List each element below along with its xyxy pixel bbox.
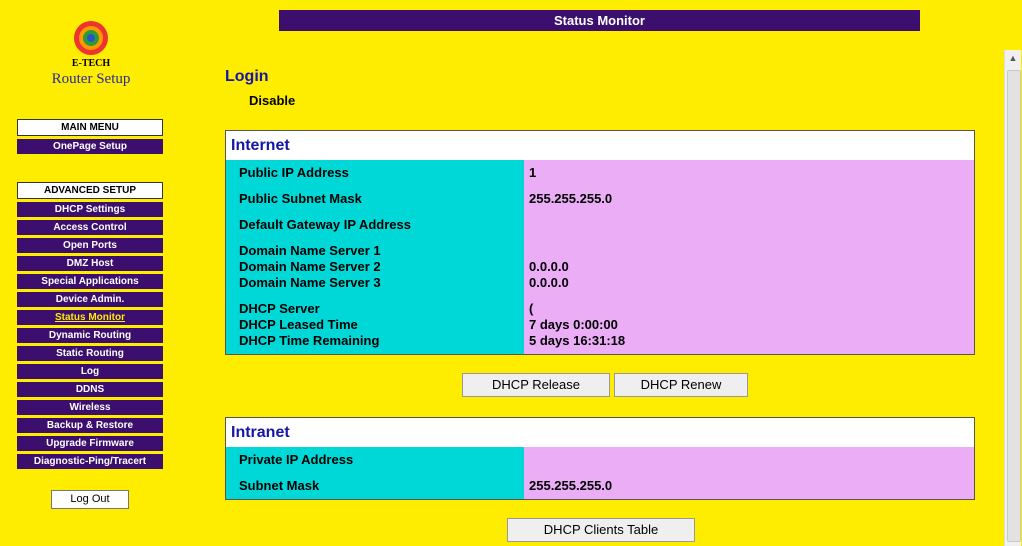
sidebar-item-status-monitor[interactable]: Status Monitor <box>17 310 163 325</box>
dns2-value: 0.0.0.0 <box>529 259 569 274</box>
sidebar-item-static-routing[interactable]: Static Routing <box>17 346 163 361</box>
public-ip-label: Public IP Address <box>239 165 349 180</box>
sidebar-item-backup-restore[interactable]: Backup & Restore <box>17 418 163 433</box>
advanced-setup-heading: ADVANCED SETUP <box>17 182 163 199</box>
subnet-mask-value: 255.255.255.0 <box>529 478 613 493</box>
dhcp-remaining-label: DHCP Time Remaining <box>239 333 380 348</box>
public-subnet-label: Public Subnet Mask <box>239 191 362 206</box>
sidebar-item-ddns[interactable]: DDNS <box>17 382 163 397</box>
scroll-thumb[interactable] <box>1007 70 1021 542</box>
sidebar-item-dhcp-settings[interactable]: DHCP Settings <box>17 202 163 217</box>
sidebar-item-dmz-host[interactable]: DMZ Host <box>17 256 163 271</box>
dhcp-leased-label: DHCP Leased Time <box>239 317 358 332</box>
internet-heading: Internet <box>226 131 974 160</box>
sidebar-item-device-admin[interactable]: Device Admin. <box>17 292 163 307</box>
sidebar-item-wireless[interactable]: Wireless <box>17 400 163 415</box>
dhcp-leased-value: 7 days 0:00:00 <box>529 317 618 332</box>
dhcp-release-button[interactable]: DHCP Release <box>462 373 610 397</box>
sidebar-item-log[interactable]: Log <box>17 364 163 379</box>
login-status: Disable <box>249 93 296 108</box>
logo-brand: E-TECH <box>71 58 111 69</box>
private-ip-label: Private IP Address <box>239 452 354 467</box>
sidebar-item-diagnostic-ping-tracert[interactable]: Diagnostic-Ping/Tracert <box>17 454 163 469</box>
page-title: Status Monitor <box>279 10 920 31</box>
logo: E-TECH Router Setup <box>46 18 136 88</box>
login-heading: Login <box>225 68 269 85</box>
dns1-label: Domain Name Server 1 <box>239 243 381 258</box>
dhcp-clients-table-button[interactable]: DHCP Clients Table <box>507 518 695 542</box>
dhcp-server-value: ( <box>529 301 534 316</box>
public-ip-value: 1 <box>529 165 537 180</box>
sidebar-item-access-control[interactable]: Access Control <box>17 220 163 235</box>
vertical-scrollbar[interactable]: ▲ <box>1004 50 1021 546</box>
subnet-mask-label: Subnet Mask <box>239 478 320 493</box>
scroll-up-icon[interactable]: ▲ <box>1005 50 1021 66</box>
etech-logo-icon <box>74 21 108 55</box>
private-ip-value <box>524 452 974 468</box>
dns3-value: 0.0.0.0 <box>529 275 569 290</box>
intranet-heading: Intranet <box>226 418 974 447</box>
default-gateway-value <box>524 217 974 233</box>
dhcp-server-label: DHCP Server <box>239 301 320 316</box>
sidebar-item-upgrade-firmware[interactable]: Upgrade Firmware <box>17 436 163 451</box>
dns2-label: Domain Name Server 2 <box>239 259 381 274</box>
sidebar-item-onepage-setup[interactable]: OnePage Setup <box>17 139 163 154</box>
dns1-value <box>524 243 974 259</box>
intranet-panel: Intranet Private IP Address Subnet Mask … <box>225 417 975 500</box>
default-gateway-label: Default Gateway IP Address <box>239 217 411 232</box>
sidebar-item-dynamic-routing[interactable]: Dynamic Routing <box>17 328 163 343</box>
internet-panel: Internet Public IP Address Public Subnet… <box>225 130 975 355</box>
logo-subtitle: Router Setup <box>51 71 131 87</box>
sidebar-item-special-applications[interactable]: Special Applications <box>17 274 163 289</box>
dhcp-renew-button[interactable]: DHCP Renew <box>614 373 748 397</box>
sidebar-item-open-ports[interactable]: Open Ports <box>17 238 163 253</box>
public-subnet-value: 255.255.255.0 <box>529 191 613 206</box>
main-menu-heading: MAIN MENU <box>17 119 163 136</box>
dhcp-remaining-value: 5 days 16:31:18 <box>529 333 626 348</box>
logout-button[interactable]: Log Out <box>51 490 129 509</box>
dns3-label: Domain Name Server 3 <box>239 275 381 290</box>
